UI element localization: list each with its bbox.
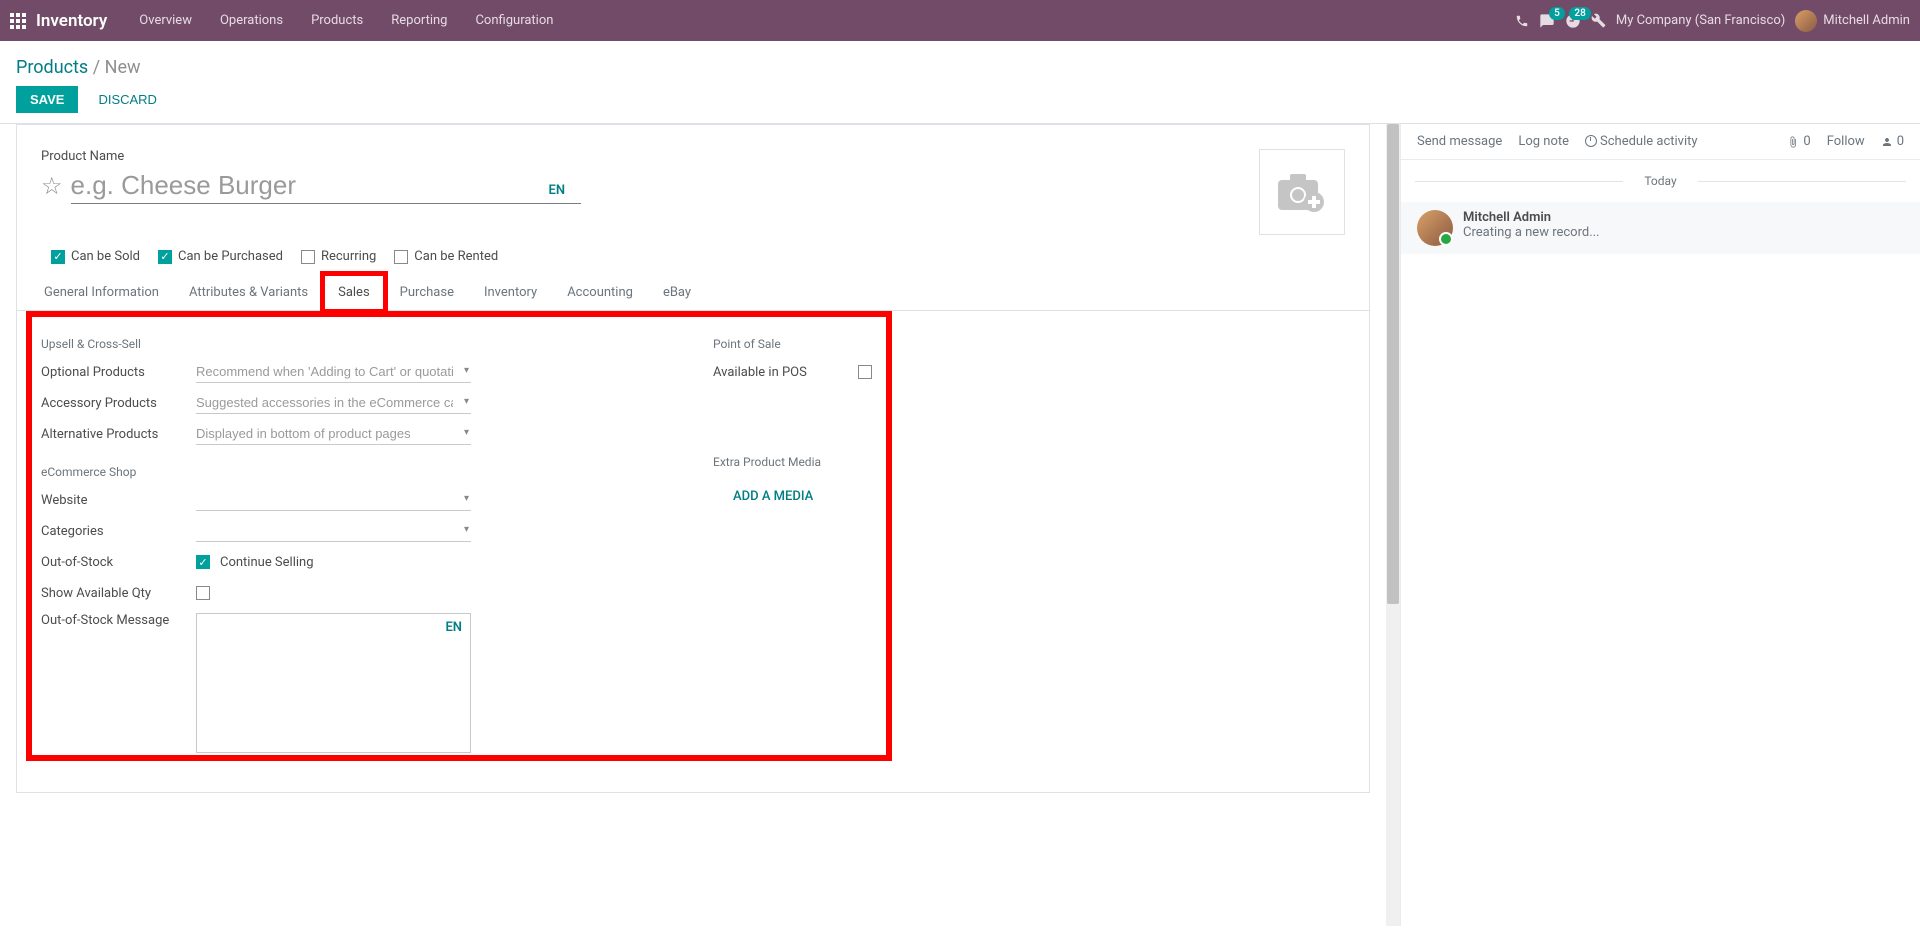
form-sheet: Product Name ☆ EN Can be Sold Can be Pur… bbox=[16, 124, 1370, 793]
main-menu: Overview Operations Products Reporting C… bbox=[125, 3, 567, 38]
control-panel: Products / New SAVE DISCARD bbox=[0, 41, 1920, 113]
tab-ebay[interactable]: eBay bbox=[648, 274, 706, 310]
menu-products[interactable]: Products bbox=[297, 3, 377, 38]
label-alternative-products: Alternative Products bbox=[41, 427, 196, 442]
discard-button[interactable]: DISCARD bbox=[88, 86, 167, 113]
date-separator: Today bbox=[1401, 174, 1920, 188]
website-input[interactable] bbox=[196, 489, 471, 511]
chatter-body: Today Mitchell Admin Creating a new reco… bbox=[1401, 160, 1920, 926]
menu-operations[interactable]: Operations bbox=[206, 3, 297, 38]
section-upsell: Upsell & Cross-Sell bbox=[41, 337, 673, 351]
check-recurring[interactable]: Recurring bbox=[301, 249, 376, 264]
activities-icon[interactable]: 28 bbox=[1565, 13, 1581, 29]
messages-icon[interactable]: 5 bbox=[1539, 13, 1555, 29]
alternative-products-input[interactable] bbox=[196, 423, 471, 445]
app-brand[interactable]: Inventory bbox=[36, 11, 107, 31]
section-pos: Point of Sale bbox=[713, 337, 1345, 351]
company-selector[interactable]: My Company (San Francisco) bbox=[1616, 13, 1785, 28]
schedule-activity-button[interactable]: Schedule activity bbox=[1585, 134, 1698, 149]
label-accessory-products: Accessory Products bbox=[41, 396, 196, 411]
optional-products-input[interactable] bbox=[196, 361, 471, 383]
chatter-topbar: Send message Log note Schedule activity … bbox=[1401, 124, 1920, 160]
tab-sales[interactable]: Sales bbox=[323, 274, 385, 311]
breadcrumb: Products / New bbox=[16, 57, 1904, 78]
tab-attributes-variants[interactable]: Attributes & Variants bbox=[174, 274, 323, 310]
check-can-be-purchased[interactable]: Can be Purchased bbox=[158, 249, 283, 264]
message-avatar-icon bbox=[1417, 210, 1453, 246]
section-extra-media: Extra Product Media bbox=[713, 455, 1345, 469]
chatter-panel: Send message Log note Schedule activity … bbox=[1400, 124, 1920, 926]
product-name-label: Product Name bbox=[41, 149, 1259, 164]
available-pos-checkbox[interactable] bbox=[858, 365, 872, 379]
menu-overview[interactable]: Overview bbox=[125, 3, 206, 38]
section-ecommerce: eCommerce Shop bbox=[41, 465, 673, 479]
user-menu[interactable]: Mitchell Admin bbox=[1795, 10, 1910, 32]
checkbox-icon bbox=[301, 250, 315, 264]
top-navbar: Inventory Overview Operations Products R… bbox=[0, 0, 1920, 41]
user-name: Mitchell Admin bbox=[1823, 13, 1910, 28]
scrollbar-thumb[interactable] bbox=[1387, 124, 1399, 604]
phone-icon[interactable] bbox=[1515, 14, 1529, 28]
main-layout: Product Name ☆ EN Can be Sold Can be Pur… bbox=[0, 123, 1920, 926]
label-show-available-qty: Show Available Qty bbox=[41, 586, 196, 601]
continue-selling-label: Continue Selling bbox=[220, 555, 314, 570]
attachments-button[interactable]: 0 bbox=[1787, 134, 1810, 149]
breadcrumb-current: New bbox=[105, 57, 141, 78]
continue-selling-checkbox[interactable] bbox=[196, 555, 210, 569]
clock-icon bbox=[1585, 135, 1597, 147]
tab-accounting[interactable]: Accounting bbox=[552, 274, 648, 310]
follow-button[interactable]: Follow bbox=[1827, 134, 1865, 149]
followers-button[interactable]: 0 bbox=[1881, 134, 1904, 149]
tab-general-information[interactable]: General Information bbox=[29, 274, 174, 310]
lang-toggle[interactable]: EN bbox=[549, 183, 566, 198]
log-note-button[interactable]: Log note bbox=[1518, 134, 1569, 149]
apps-menu-icon[interactable] bbox=[10, 13, 26, 29]
product-image-placeholder[interactable] bbox=[1259, 149, 1345, 235]
oos-lang-toggle[interactable]: EN bbox=[445, 620, 462, 635]
send-message-button[interactable]: Send message bbox=[1417, 134, 1502, 149]
categories-input[interactable] bbox=[196, 520, 471, 542]
favorite-star-icon[interactable]: ☆ bbox=[41, 172, 63, 200]
accessory-products-input[interactable] bbox=[196, 392, 471, 414]
save-button[interactable]: SAVE bbox=[16, 86, 78, 113]
show-qty-checkbox[interactable] bbox=[196, 586, 210, 600]
user-avatar-icon bbox=[1795, 10, 1817, 32]
tab-purchase[interactable]: Purchase bbox=[385, 274, 469, 310]
breadcrumb-products[interactable]: Products bbox=[16, 57, 88, 78]
add-media-button[interactable]: ADD A MEDIA bbox=[713, 479, 813, 504]
label-available-pos: Available in POS bbox=[713, 365, 858, 380]
check-can-be-rented[interactable]: Can be Rented bbox=[394, 249, 498, 264]
checkbox-icon bbox=[158, 250, 172, 264]
product-name-input[interactable] bbox=[71, 168, 581, 204]
oos-message-input[interactable]: EN bbox=[196, 613, 471, 753]
form-area: Product Name ☆ EN Can be Sold Can be Pur… bbox=[0, 124, 1386, 926]
messages-badge: 5 bbox=[1549, 7, 1565, 20]
menu-configuration[interactable]: Configuration bbox=[461, 3, 567, 38]
menu-reporting[interactable]: Reporting bbox=[377, 3, 461, 38]
activities-badge: 28 bbox=[1569, 7, 1590, 20]
label-website: Website bbox=[41, 493, 196, 508]
sales-tab-content: Upsell & Cross-Sell Optional Products ▾ … bbox=[41, 311, 1345, 792]
message-body: Creating a new record... bbox=[1463, 225, 1600, 240]
checkbox-icon bbox=[394, 250, 408, 264]
form-scrollbar[interactable] bbox=[1386, 124, 1400, 926]
checkbox-icon bbox=[51, 250, 65, 264]
check-can-be-sold[interactable]: Can be Sold bbox=[51, 249, 140, 264]
message-author: Mitchell Admin bbox=[1463, 210, 1600, 225]
label-categories: Categories bbox=[41, 524, 196, 539]
form-tabs: General Information Attributes & Variant… bbox=[17, 274, 1369, 311]
debug-icon[interactable] bbox=[1591, 13, 1606, 28]
chat-message: Mitchell Admin Creating a new record... bbox=[1401, 202, 1920, 254]
product-type-checks: Can be Sold Can be Purchased Recurring C… bbox=[51, 249, 1345, 264]
label-out-of-stock: Out-of-Stock bbox=[41, 555, 196, 570]
tab-inventory[interactable]: Inventory bbox=[469, 274, 552, 310]
label-oos-message: Out-of-Stock Message bbox=[41, 613, 196, 628]
label-optional-products: Optional Products bbox=[41, 365, 196, 380]
